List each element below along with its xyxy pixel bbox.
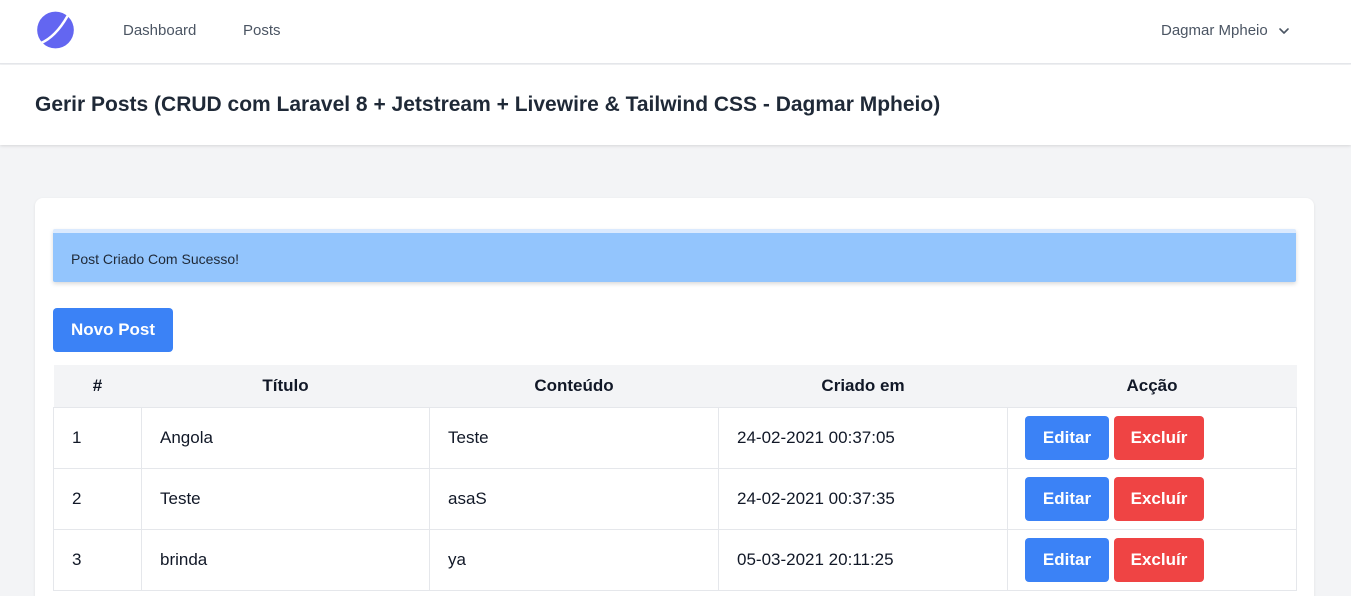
table-header-row: # Título Conteúdo Criado em Acção	[53, 365, 1297, 407]
cell-id: 3	[53, 528, 142, 591]
alert-message: Post Criado Com Sucesso!	[71, 251, 240, 267]
nav-link-dashboard[interactable]: Dashboard	[123, 22, 196, 39]
cell-actions: Editar Excluír	[1007, 528, 1297, 591]
edit-button[interactable]: Editar	[1025, 415, 1109, 460]
chevron-down-icon	[1278, 27, 1289, 34]
user-menu-dropdown[interactable]: Dagmar Mpheio	[1161, 22, 1290, 39]
column-header-created: Criado em	[718, 365, 1008, 407]
column-header-content: Conteúdo	[429, 365, 719, 407]
cell-actions: Editar Excluír	[1007, 406, 1297, 469]
cell-content: ya	[429, 528, 719, 591]
column-header-actions: Acção	[1007, 365, 1297, 407]
edit-button[interactable]: Editar	[1025, 537, 1109, 582]
top-navbar: Dashboard Posts Dagmar Mpheio	[0, 0, 1351, 64]
cell-created: 05-03-2021 20:11:25	[718, 528, 1008, 591]
column-header-id: #	[53, 365, 142, 407]
cell-id: 1	[53, 406, 142, 469]
page-header: Gerir Posts (CRUD com Laravel 8 + Jetstr…	[0, 65, 1351, 145]
cell-id: 2	[53, 467, 142, 530]
cell-content: asaS	[429, 467, 719, 530]
table-row: 1 Angola Teste 24-02-2021 00:37:05 Edita…	[53, 406, 1297, 469]
content-card: Post Criado Com Sucesso! Novo Post # Tít…	[35, 198, 1314, 596]
cell-created: 24-02-2021 00:37:05	[718, 406, 1008, 469]
new-post-button[interactable]: Novo Post	[53, 308, 173, 352]
delete-button[interactable]: Excluír	[1114, 415, 1204, 460]
cell-created: 24-02-2021 00:37:35	[718, 467, 1008, 530]
cell-content: Teste	[429, 406, 719, 469]
cell-title: Teste	[141, 467, 430, 530]
page-title: Gerir Posts (CRUD com Laravel 8 + Jetstr…	[35, 93, 941, 116]
cell-actions: Editar Excluír	[1007, 467, 1297, 530]
delete-button[interactable]: Excluír	[1114, 537, 1204, 582]
nav-link-posts[interactable]: Posts	[243, 22, 281, 39]
success-alert: Post Criado Com Sucesso!	[53, 229, 1296, 282]
edit-button[interactable]: Editar	[1025, 476, 1109, 521]
cell-title: brinda	[141, 528, 430, 591]
table-row: 3 brinda ya 05-03-2021 20:11:25 Editar Ex…	[53, 528, 1297, 591]
table-row: 2 Teste asaS 24-02-2021 00:37:35 Editar E…	[53, 467, 1297, 530]
app-logo-icon[interactable]	[35, 10, 76, 50]
column-header-title: Título	[141, 365, 430, 407]
cell-title: Angola	[141, 406, 430, 469]
user-name: Dagmar Mpheio	[1161, 22, 1268, 39]
delete-button[interactable]: Excluír	[1114, 476, 1204, 521]
posts-table: # Título Conteúdo Criado em Acção 1 Ango…	[53, 365, 1297, 591]
